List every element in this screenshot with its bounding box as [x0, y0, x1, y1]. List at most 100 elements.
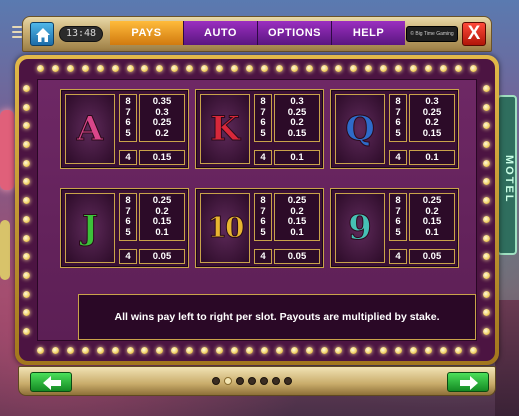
- symbol-counts: 8 7 6 5: [389, 193, 407, 241]
- tab-auto[interactable]: AUTO: [184, 21, 258, 45]
- marquee-bulb: [483, 159, 490, 167]
- marquee-bulb: [156, 347, 164, 354]
- marquee-bulb: [23, 178, 30, 186]
- home-button[interactable]: [30, 22, 54, 46]
- count-value: 6: [125, 216, 131, 228]
- marquee-bulb: [23, 85, 30, 92]
- count-value: 5: [260, 226, 266, 238]
- marquee-lights-top: [37, 65, 477, 73]
- marquee-bulb: [260, 347, 268, 354]
- marquee-bulb: [126, 65, 134, 72]
- symbol-tile: K: [200, 94, 250, 164]
- tab-help[interactable]: HELP: [332, 21, 405, 45]
- tab-pays[interactable]: PAYS: [110, 21, 184, 45]
- marquee-lights-bottom: [37, 347, 477, 355]
- payout-value: 0.25: [152, 195, 172, 207]
- hamburger-icon[interactable]: [12, 26, 22, 38]
- marquee-bulb: [290, 347, 298, 354]
- payout-value: 0.1: [155, 226, 169, 238]
- marquee-bulb: [23, 215, 30, 223]
- motel-sign: MOTEL: [497, 95, 517, 255]
- page-dot[interactable]: [272, 377, 280, 385]
- marquee-bulb: [350, 347, 358, 354]
- count-value: 4: [254, 249, 272, 264]
- symbol-counts: 8 7 6 5: [389, 94, 407, 142]
- symbol-a: A: [76, 109, 104, 149]
- page-dot[interactable]: [284, 377, 292, 385]
- payout-value: 0.3: [155, 106, 169, 118]
- marquee-bulb: [141, 65, 149, 72]
- payout-value: 0.3: [425, 96, 439, 108]
- payout-value: 0.25: [152, 117, 172, 129]
- marquee-bulb: [23, 253, 30, 261]
- symbol-9: 9: [348, 208, 373, 248]
- tab-options[interactable]: OPTIONS: [258, 21, 332, 45]
- marquee-bulb: [469, 347, 477, 354]
- payout-value: 0.15: [287, 127, 307, 139]
- marquee-bulb: [245, 65, 253, 72]
- marquee-bulb: [37, 65, 44, 72]
- count-value: 8: [125, 96, 131, 108]
- marquee-bulb: [483, 178, 490, 186]
- marquee-bulb: [305, 347, 313, 354]
- page-dot[interactable]: [212, 377, 220, 385]
- payout-value: 0.1: [425, 226, 439, 238]
- count-value: 4: [389, 249, 407, 264]
- marquee-bulb: [483, 197, 490, 205]
- marquee-bulb: [66, 347, 74, 354]
- marquee-bulb: [290, 65, 298, 72]
- paytable-card-a: A 8 7 6 5 0.35 0.3 0.25 0.2 4 0.15: [60, 89, 189, 169]
- marquee-bulb: [216, 65, 224, 72]
- page-dot[interactable]: [224, 377, 232, 385]
- marquee-bulb: [230, 347, 238, 354]
- symbol-tile: 10: [200, 193, 250, 263]
- symbol-payouts: 0.25 0.2 0.15 0.1: [409, 193, 455, 241]
- count-value: 5: [125, 127, 131, 139]
- marquee-bulb: [469, 65, 477, 72]
- symbol-payouts: 0.25 0.2 0.15 0.1: [139, 193, 185, 241]
- count-value: 7: [125, 205, 131, 217]
- marquee-bulb: [201, 347, 209, 354]
- symbol-j: J: [81, 208, 99, 248]
- page-dot[interactable]: [260, 377, 268, 385]
- count-value: 4: [254, 150, 272, 165]
- symbol-tile: J: [65, 193, 115, 263]
- payout-value: 0.25: [287, 195, 307, 207]
- symbol-counts: 8 7 6 5: [254, 94, 272, 142]
- marquee-bulb: [320, 347, 328, 354]
- close-button[interactable]: X: [462, 22, 486, 46]
- marquee-bulb: [216, 347, 224, 354]
- marquee-bulb: [483, 271, 490, 279]
- marquee-bulb: [260, 65, 268, 72]
- count-value: 6: [395, 117, 401, 129]
- marquee-bulb: [395, 347, 403, 354]
- symbol-counts: 8 7 6 5: [119, 94, 137, 142]
- count-value: 8: [395, 195, 401, 207]
- page-dot[interactable]: [248, 377, 256, 385]
- marquee-bulb: [365, 65, 373, 72]
- marquee-bulb: [96, 347, 104, 354]
- symbol-q: Q: [345, 109, 376, 149]
- marquee-bulb: [245, 347, 253, 354]
- marquee-bulb: [483, 290, 490, 298]
- marquee-bulb: [51, 347, 59, 354]
- next-page-button[interactable]: [447, 372, 489, 392]
- marquee-bulb: [156, 65, 164, 72]
- page-dot[interactable]: [236, 377, 244, 385]
- payout-value: 0.2: [155, 205, 169, 217]
- marquee-bulb: [483, 85, 490, 92]
- tab-bar: PAYS AUTO OPTIONS HELP: [110, 21, 405, 45]
- marquee-bulb: [483, 309, 490, 317]
- marquee-bulb: [23, 234, 30, 242]
- marquee-bulb: [335, 347, 343, 354]
- payout-value: 0.1: [409, 150, 455, 165]
- prev-page-button[interactable]: [30, 372, 72, 392]
- symbol-tile: Q: [335, 94, 385, 164]
- marquee-bulb: [171, 347, 179, 354]
- count-value: 8: [260, 96, 266, 108]
- marquee-bulb: [483, 327, 490, 335]
- brand-logo: © Big Time Gaming: [406, 26, 458, 42]
- marquee-panel: A 8 7 6 5 0.35 0.3 0.25 0.2 4 0.15 K 8 7…: [19, 59, 495, 361]
- marquee-lights-left: [23, 85, 31, 335]
- marquee-bulb: [81, 65, 89, 72]
